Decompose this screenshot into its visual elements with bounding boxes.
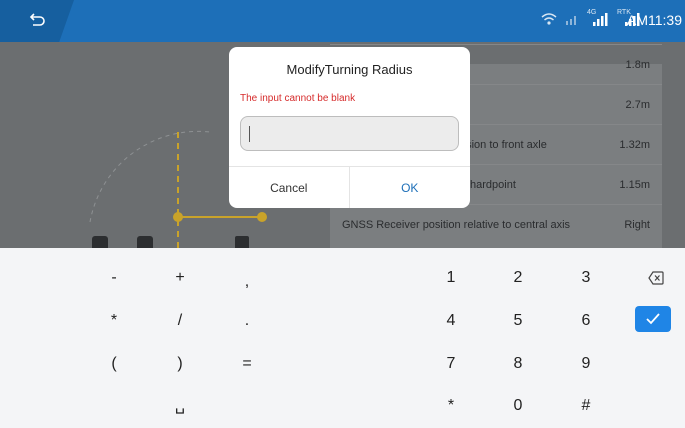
modify-turning-radius-dialog: ModifyTurning Radius The input cannot be… <box>229 47 470 208</box>
list-item-value: 2.7m <box>625 99 650 111</box>
key-open-paren[interactable]: ( <box>89 344 139 384</box>
key-star[interactable]: * <box>426 386 476 426</box>
key-comma[interactable]: , <box>222 262 272 302</box>
numeric-keyboard: - + , * / . ( ) = ␣ 1 2 3 4 5 6 7 8 9 * … <box>0 248 685 428</box>
backspace-icon <box>648 271 664 285</box>
list-item-label: GNSS Receiver position relative to centr… <box>342 219 571 231</box>
back-button[interactable] <box>0 0 74 42</box>
turning-radius-input[interactable] <box>240 116 459 151</box>
list-item-value: 1.15m <box>619 179 650 191</box>
confirm-key[interactable] <box>635 306 671 332</box>
key-7[interactable]: 7 <box>426 344 476 384</box>
key-5[interactable]: 5 <box>493 301 543 341</box>
key-1[interactable]: 1 <box>426 258 476 298</box>
key-4[interactable]: 4 <box>426 301 476 341</box>
wifi-icon <box>541 13 557 25</box>
back-icon <box>29 13 45 26</box>
ok-button[interactable]: OK <box>350 167 471 208</box>
list-item-value: Right <box>624 219 650 231</box>
key-space[interactable]: ␣ <box>155 386 205 426</box>
lte-signal-icon: 4G <box>587 9 609 27</box>
cancel-button[interactable]: Cancel <box>229 167 350 208</box>
key-plus[interactable]: + <box>155 258 205 298</box>
key-9[interactable]: 9 <box>561 344 611 384</box>
backspace-key[interactable] <box>630 258 680 298</box>
list-item-value: 1.32m <box>619 139 650 151</box>
status-bar: 4G RTK AM11:39 <box>0 0 685 42</box>
dialog-actions: Cancel OK <box>229 166 470 208</box>
list-item-label: hardpoint <box>470 179 516 191</box>
key-slash[interactable]: / <box>155 301 205 341</box>
list-item-label: nsion to front axle <box>460 139 547 151</box>
key-2[interactable]: 2 <box>493 258 543 298</box>
key-hash[interactable]: # <box>561 386 611 426</box>
status-icons: 4G RTK <box>541 9 641 27</box>
list-item: GNSS Receiver position relative to centr… <box>330 204 662 244</box>
key-minus[interactable]: - <box>89 258 139 298</box>
text-caret <box>249 126 250 142</box>
key-period[interactable]: . <box>222 301 272 341</box>
key-close-paren[interactable]: ) <box>155 344 205 384</box>
key-3[interactable]: 3 <box>561 258 611 298</box>
key-8[interactable]: 8 <box>493 344 543 384</box>
key-equals[interactable]: = <box>222 344 272 384</box>
dialog-title: ModifyTurning Radius <box>286 62 413 77</box>
key-6[interactable]: 6 <box>561 301 611 341</box>
list-item-value: 1.8m <box>625 59 650 71</box>
check-icon <box>646 313 660 325</box>
key-asterisk[interactable]: * <box>89 301 139 341</box>
signal-icon <box>566 16 576 25</box>
status-time: AM11:39 <box>627 12 682 28</box>
error-message: The input cannot be blank <box>240 93 356 104</box>
key-0[interactable]: 0 <box>493 386 543 426</box>
